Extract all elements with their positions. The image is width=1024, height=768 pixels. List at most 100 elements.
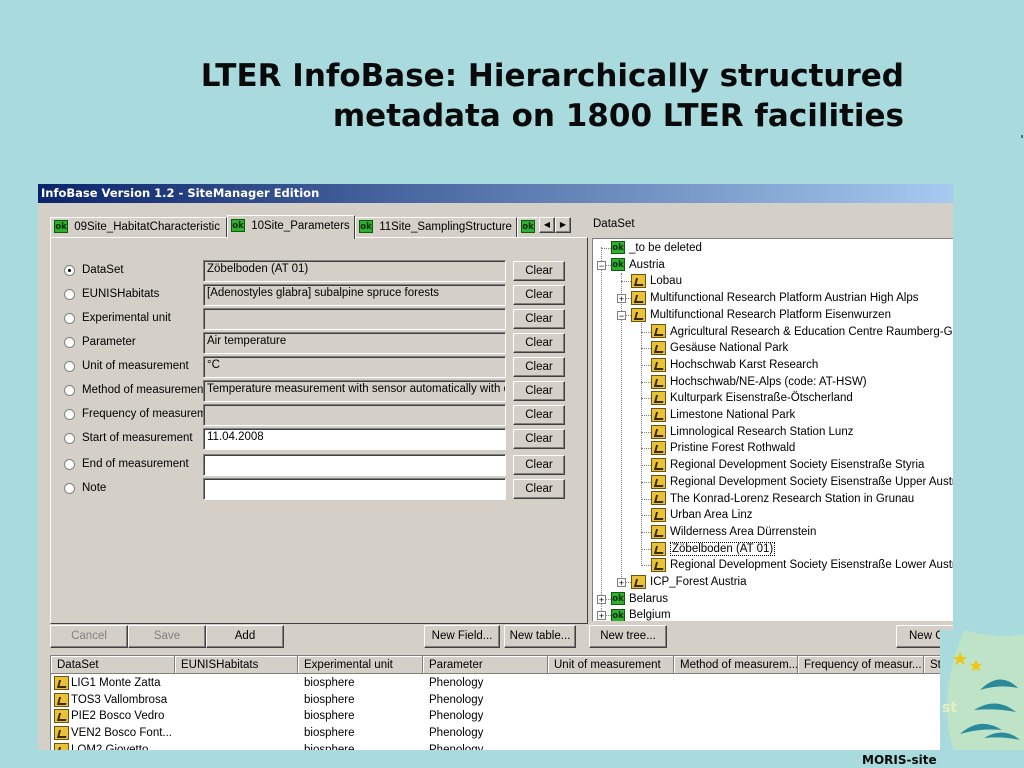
tree-node[interactable]: Gesäuse National Park xyxy=(651,340,788,356)
grid-column-header[interactable]: Unit of measurement xyxy=(548,656,674,674)
field-radio[interactable] xyxy=(64,483,75,494)
tree-node[interactable]: Limnological Research Station Lunz xyxy=(651,424,853,440)
tree-node[interactable]: ok Austria xyxy=(611,257,665,273)
field-radio[interactable] xyxy=(64,337,75,348)
tree-node[interactable]: Wilderness Area Dürrenstein xyxy=(651,524,816,540)
collapse-icon[interactable]: − xyxy=(617,310,626,320)
tree-node[interactable]: Multifunctional Research Platform Eisenw… xyxy=(631,307,891,323)
table-row[interactable]: LOM2 Giovetto biosphere Phenology xyxy=(51,742,953,750)
field-label: EUNISHabitats xyxy=(82,288,160,300)
expand-icon[interactable]: + xyxy=(597,594,606,604)
clear-button[interactable]: Clear xyxy=(513,455,565,475)
grid-column-header[interactable]: EUNISHabitats xyxy=(175,656,298,674)
tab-next-partial[interactable]: ok xyxy=(517,217,538,237)
grid-cell: PIE2 Bosco Vedro xyxy=(71,710,165,723)
grid-cell: Phenology xyxy=(429,693,484,706)
new-tree-button[interactable]: New tree... xyxy=(589,625,667,648)
clear-button[interactable]: Clear xyxy=(513,261,565,281)
tab-scroll-left-button[interactable]: ◀ xyxy=(539,217,555,233)
field-value[interactable]: Air temperature xyxy=(203,332,506,354)
field-radio[interactable] xyxy=(64,265,75,276)
tree-node[interactable]: The Konrad-Lorenz Research Station in Gr… xyxy=(651,491,914,507)
field-value[interactable] xyxy=(203,404,506,426)
table-row[interactable]: PIE2 Bosco Vedro biosphere Phenology xyxy=(51,708,953,724)
clear-button[interactable]: Clear xyxy=(513,479,565,499)
tree-connector xyxy=(641,465,651,467)
tree-node-label: Zöbelboden (AT 01) xyxy=(670,541,776,556)
clear-button[interactable]: Clear xyxy=(513,429,565,449)
clear-button[interactable]: Clear xyxy=(513,333,565,353)
field-radio[interactable] xyxy=(64,433,75,444)
expand-icon[interactable]: + xyxy=(617,578,626,588)
clear-button[interactable]: Clear xyxy=(513,309,565,329)
tree-node[interactable]: Zöbelboden (AT 01) xyxy=(651,541,776,557)
tree-node[interactable]: Regional Development Society Eisenstraße… xyxy=(651,457,924,473)
field-value[interactable]: [Adenostyles glabra] subalpine spruce fo… xyxy=(203,284,506,306)
tree-node[interactable]: ICP_Forest Austria xyxy=(631,574,747,590)
new-field-button[interactable]: New Field... xyxy=(424,625,500,648)
field-value[interactable]: °C xyxy=(203,356,506,378)
grid-column-header[interactable]: Frequency of measur... xyxy=(798,656,924,674)
tree-node[interactable]: Hochschwab Karst Research xyxy=(651,357,818,373)
cancel-button[interactable]: Cancel xyxy=(50,625,128,648)
save-button[interactable]: Save xyxy=(128,625,206,648)
tab-10site-parameters[interactable]: ok 10Site_Parameters xyxy=(227,215,355,239)
field-value[interactable]: 11.04.2008 xyxy=(203,428,506,450)
tree-node[interactable]: Pristine Forest Rothwald xyxy=(651,440,795,456)
field-value[interactable] xyxy=(203,308,506,330)
site-icon xyxy=(54,692,69,707)
tree-node[interactable]: ok Belarus xyxy=(611,591,668,607)
grid-cell: TOS3 Vallombrosa xyxy=(71,693,168,706)
field-value[interactable]: Temperature measurement with sensor auto… xyxy=(203,380,506,402)
tree-node[interactable]: Kulturpark Eisenstraße-Ötscherland xyxy=(651,390,853,406)
grid-column-header[interactable]: Experimental unit xyxy=(298,656,423,674)
add-button[interactable]: Add xyxy=(206,625,284,648)
field-radio[interactable] xyxy=(64,459,75,470)
tab-scroll-right-button[interactable]: ▶ xyxy=(555,217,571,233)
tab-09site-habitat[interactable]: ok 09Site_HabitatCharacteristic xyxy=(50,217,227,237)
table-row[interactable]: LIG1 Monte Zatta biosphere Phenology xyxy=(51,675,953,691)
table-row[interactable]: TOS3 Vallombrosa biosphere Phenology xyxy=(51,692,953,708)
clear-button[interactable]: Clear xyxy=(513,381,565,401)
field-radio[interactable] xyxy=(64,409,75,420)
tree-node[interactable]: Multifunctional Research Platform Austri… xyxy=(631,290,918,306)
clear-button[interactable]: Clear xyxy=(513,285,565,305)
tree-node[interactable]: Agricultural Research & Education Centre… xyxy=(651,324,953,340)
tree-node[interactable]: Regional Development Society Eisenstraße… xyxy=(651,557,953,573)
tree-node[interactable]: Hochschwab/NE-Alps (code: AT-HSW) xyxy=(651,374,867,390)
field-value[interactable] xyxy=(203,454,506,476)
field-value[interactable]: Zöbelboden (AT 01) xyxy=(203,260,506,282)
clear-button[interactable]: Clear xyxy=(513,357,565,377)
tree-node[interactable]: ok _to be deleted xyxy=(611,240,702,256)
data-grid[interactable]: DataSet EUNISHabitats Experimental unit Par… xyxy=(50,655,953,750)
tree-connector xyxy=(641,565,651,567)
ok-icon: ok xyxy=(611,258,625,272)
tree-node[interactable]: Regional Development Society Eisenstraße… xyxy=(651,474,953,490)
expand-icon[interactable]: + xyxy=(597,611,606,621)
tree-node[interactable]: Lobau xyxy=(631,273,682,289)
tree-node-label: Limnological Research Station Lunz xyxy=(670,425,854,438)
expand-icon[interactable]: + xyxy=(617,294,626,304)
collapse-icon[interactable]: − xyxy=(597,260,606,270)
field-radio[interactable] xyxy=(64,361,75,372)
field-value[interactable] xyxy=(203,478,506,500)
slide-title-line-2: metadata on 1800 LTER facilities xyxy=(332,98,904,134)
table-row[interactable]: VEN2 Bosco Font... biosphere Phenology xyxy=(51,725,953,741)
tree-node[interactable]: ok Belgium xyxy=(611,607,671,621)
grid-cell xyxy=(181,742,296,750)
tab-11site-sampling[interactable]: ok 11Site_SamplingStructure xyxy=(355,217,517,237)
dataset-tree[interactable]: ok _to be deleted − ok Austria Lobau + Multifun… xyxy=(592,238,953,621)
tree-node[interactable]: Limestone National Park xyxy=(651,407,795,423)
tree-node[interactable]: Urban Area Linz xyxy=(651,507,752,523)
new-table-button[interactable]: New table... xyxy=(504,625,576,648)
field-radio[interactable] xyxy=(64,289,75,300)
ok-icon: ok xyxy=(611,608,625,621)
grid-column-header[interactable]: Parameter xyxy=(423,656,548,674)
grid-column-header[interactable]: DataSet xyxy=(51,656,175,674)
footer-moris-site: MORIS-site xyxy=(862,753,937,767)
clear-button[interactable]: Clear xyxy=(513,405,565,425)
field-radio[interactable] xyxy=(64,313,75,324)
field-radio[interactable] xyxy=(64,385,75,396)
window-titlebar[interactable]: InfoBase Version 1.2 - SiteManager Editi… xyxy=(38,184,953,203)
grid-column-header[interactable]: Method of measurem... xyxy=(674,656,798,674)
